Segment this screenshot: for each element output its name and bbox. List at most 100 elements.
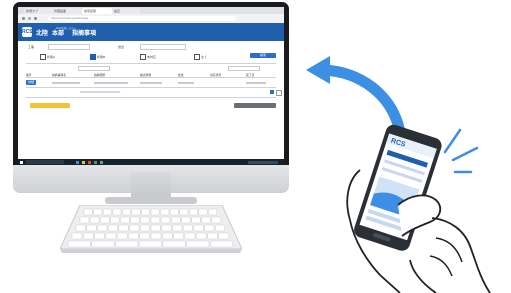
keyboard-key: [131, 208, 141, 216]
start-icon[interactable]: [20, 160, 23, 164]
keyboard-key: [215, 224, 226, 232]
keyboard-key: [195, 232, 207, 240]
keyboard-key: [189, 208, 198, 216]
keyboard-key: [91, 240, 115, 248]
gray-action-button[interactable]: [234, 103, 276, 108]
keyboard-key: [179, 208, 189, 216]
keyboard-key: [169, 208, 179, 216]
taskbar-app-icon[interactable]: [94, 160, 97, 164]
keyboard-key: [83, 232, 94, 240]
filter-input[interactable]: [228, 66, 260, 71]
keyboard-key: [118, 224, 129, 232]
checkbox-1-label: 状態A: [47, 54, 56, 59]
keyboard-key: [193, 224, 204, 232]
monitor-base: [105, 197, 197, 204]
divider: [26, 63, 276, 64]
app-subtitle: Web管理システム: [56, 27, 77, 30]
keyboard-key: [138, 240, 162, 248]
keyboard-key: [150, 232, 162, 240]
monitor-stand: [131, 172, 171, 198]
keyboard-key: [120, 216, 130, 224]
keyboard-key: [162, 232, 173, 240]
keyboard-key: [116, 232, 128, 240]
monitor-screen: 新規タブ 管理画面 検索結果 設定 https://example.jp/web…: [18, 7, 284, 165]
keyboard-key: [102, 208, 112, 216]
app-title-1: 北陸: [36, 31, 49, 37]
keyboard-key: [160, 216, 171, 224]
keyboard-key: [100, 216, 110, 224]
keyboard-key: [162, 240, 186, 248]
table-cell: [178, 82, 194, 84]
table-divider: [26, 77, 276, 78]
checkbox-2[interactable]: [90, 54, 96, 60]
search-button[interactable]: 検索: [250, 53, 276, 58]
keyboard-key: [184, 232, 196, 240]
yellow-action-button[interactable]: [30, 103, 70, 108]
keyboard-key: [161, 224, 172, 232]
keyboard-key: [122, 208, 131, 216]
keyboard-key: [75, 224, 86, 232]
keyboard-key: [130, 216, 140, 224]
field2-input[interactable]: [140, 44, 186, 50]
keyboard-key: [191, 216, 201, 224]
keyboard-key: [208, 208, 218, 216]
taskbar-app-icon[interactable]: [88, 160, 91, 164]
address-bar[interactable]: https://example.jp/web/page: [48, 16, 236, 21]
page-indicator[interactable]: [270, 90, 274, 94]
keyboard-key: [107, 224, 118, 232]
keyboard-key: [211, 216, 222, 224]
keyboard-key: [207, 232, 218, 240]
keyboard-key: [160, 208, 170, 216]
table-divider: [26, 87, 276, 88]
table-cell: [80, 91, 120, 93]
keyboard-key: [139, 232, 151, 240]
refresh-icon[interactable]: [34, 17, 37, 20]
row-detail-button[interactable]: 詳細: [26, 80, 36, 85]
keyboard-key: [171, 216, 181, 224]
table-divider: [26, 97, 276, 98]
checkbox-1[interactable]: [40, 54, 46, 60]
keyboard-key: [115, 240, 139, 248]
keyboard-key: [112, 208, 122, 216]
keyboard-key: [93, 208, 103, 216]
keyboard: [60, 205, 242, 253]
field1-input[interactable]: [48, 44, 90, 50]
hand-holding-phone: RCS: [346, 124, 491, 293]
keyboard-key: [172, 224, 183, 232]
browser-tab-strip: 新規タブ 管理画面 検索結果 設定: [18, 7, 284, 14]
keyboard-key: [141, 208, 151, 216]
forward-icon[interactable]: [28, 17, 31, 20]
table-cell: [246, 82, 266, 84]
keyboard-key: [67, 240, 91, 248]
keyboard-key: [181, 216, 191, 224]
keyboard-key: [150, 216, 161, 224]
system-tray: [248, 160, 278, 164]
page-indicator[interactable]: [276, 90, 282, 96]
back-icon[interactable]: [22, 17, 25, 20]
keyboard-key: [173, 232, 184, 240]
filter-input[interactable]: [78, 66, 110, 71]
table-cell: [140, 82, 162, 84]
keyboard-key: [86, 224, 97, 232]
app-logo: RCS: [22, 27, 33, 37]
keyboard-key: [150, 224, 161, 232]
keyboard-key: [140, 224, 151, 232]
keyboard-key: [150, 208, 160, 216]
checkbox-3[interactable]: [140, 54, 146, 60]
checkbox-4-label: 全て: [201, 54, 208, 59]
keyboard-key: [97, 224, 108, 232]
taskbar-app-icon[interactable]: [100, 160, 103, 164]
keyboard-key: [71, 232, 83, 240]
field1-label: 工事: [28, 45, 35, 49]
taskbar-app-icon[interactable]: [76, 160, 79, 164]
taskbar-search[interactable]: [26, 160, 64, 164]
keyboard-key: [201, 216, 211, 224]
taskbar-app-icon[interactable]: [82, 160, 85, 164]
table-cell: [94, 82, 128, 84]
keyboard-key: [105, 232, 117, 240]
checkbox-4[interactable]: [194, 54, 200, 60]
keyboard-key: [79, 216, 90, 224]
keyboard-key: [140, 216, 151, 224]
keyboard-key: [198, 208, 208, 216]
keyboard-key: [204, 224, 215, 232]
